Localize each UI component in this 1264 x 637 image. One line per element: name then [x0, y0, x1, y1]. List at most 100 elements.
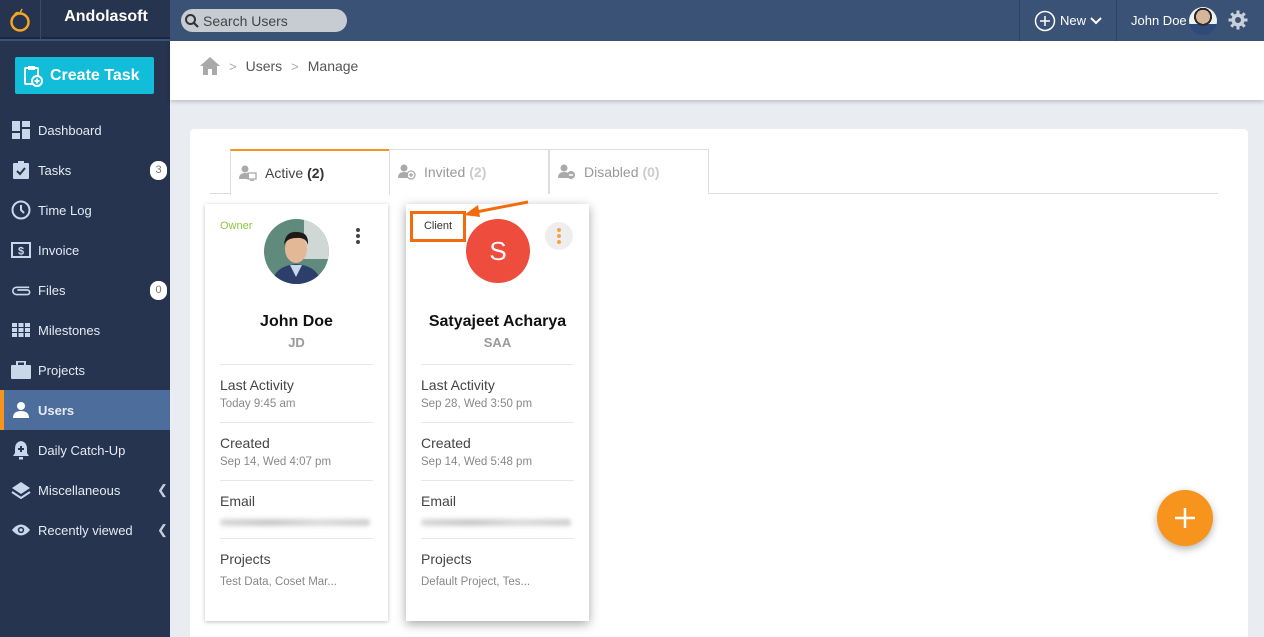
field-label: Created [220, 435, 270, 451]
gear-icon[interactable] [1228, 10, 1248, 30]
page-header: > Users > Manage [170, 41, 1264, 100]
sidebar-item-label: Milestones [38, 322, 101, 338]
sidebar-item-label: Files [38, 282, 66, 298]
sidebar-item-dashboard[interactable]: Dashboard [0, 110, 170, 150]
clock-icon [11, 200, 31, 220]
add-user-fab[interactable] [1157, 490, 1213, 546]
tab-label: Disabled [584, 164, 639, 180]
tasks-icon [11, 160, 31, 180]
create-task-button[interactable]: Create Task [15, 57, 154, 94]
field-label: Projects [220, 551, 271, 567]
sidebar-item-label: Miscellaneous [38, 482, 121, 498]
user-menu-name[interactable]: John Doe [1131, 0, 1187, 41]
bell-plus-icon [11, 440, 31, 460]
field-label: Last Activity [220, 377, 294, 393]
chevron-left-icon[interactable]: ❮ [157, 522, 168, 538]
new-label: New [1059, 13, 1086, 28]
last-activity-field: Last Activity Today 9:45 am [220, 364, 373, 422]
logo-icon [10, 8, 30, 32]
email-field: Email [421, 480, 574, 538]
field-label: Email [421, 493, 457, 509]
tab-count: (2) [469, 164, 487, 180]
logo[interactable] [0, 0, 41, 39]
tab-label: Active [265, 165, 304, 181]
user-avatar-letter: S [466, 219, 530, 283]
user-name: Satyajeet Acharya [428, 313, 567, 330]
more-options-button[interactable] [545, 222, 573, 250]
new-button[interactable]: New [1019, 0, 1117, 41]
field-value: Test Data, Coset Mar... [220, 576, 337, 588]
more-options-button[interactable] [344, 222, 372, 250]
user-monitor-icon [239, 165, 257, 181]
sidebar-item-invoice[interactable]: $ Invoice [0, 230, 170, 270]
chevron-left-icon[interactable]: ❮ [157, 482, 168, 498]
user-card[interactable]: Client S Satyajeet Acharya SAA Last Acti… [406, 204, 589, 621]
sidebar-item-label: Time Log [38, 202, 92, 218]
role-label-owner: Owner [220, 220, 253, 232]
user-details: Last Activity Today 9:45 am Created Sep … [220, 364, 373, 596]
paperclip-icon [11, 280, 31, 300]
kebab-menu-icon [356, 228, 360, 244]
field-label: Last Activity [421, 377, 495, 393]
user-avatar[interactable] [1189, 7, 1217, 35]
dashboard-icon [11, 120, 31, 140]
sidebar-item-files[interactable]: Files 0 [0, 270, 170, 310]
field-value: Default Project, Tes... [421, 576, 531, 588]
invoice-icon: $ [11, 240, 31, 260]
user-name: John Doe [260, 313, 333, 330]
breadcrumb: > Users > Manage [200, 57, 358, 75]
breadcrumb-separator: > [229, 58, 237, 74]
clipboard-plus-icon [24, 65, 43, 87]
sidebar-item-label: Projects [38, 362, 85, 378]
last-activity-field: Last Activity Sep 28, Wed 3:50 pm [421, 364, 574, 422]
plus-circle-icon [1034, 10, 1056, 31]
search-users-input[interactable]: Search Users [181, 9, 347, 32]
field-value: Sep 28, Wed 3:50 pm [421, 398, 533, 410]
sidebar-item-tasks[interactable]: Tasks 3 [0, 150, 170, 190]
breadcrumb-manage: Manage [307, 58, 359, 74]
tab-invited[interactable]: Invited (2) [389, 149, 549, 194]
sidebar-item-milestones[interactable]: Milestones [0, 310, 170, 350]
user-avatar-photo [264, 219, 329, 284]
kebab-menu-icon [557, 228, 561, 244]
sidebar: Create Task Dashboard Tasks 3 Time Log $ [0, 41, 170, 637]
user-plus-icon [398, 164, 416, 180]
field-label: Projects [421, 551, 472, 567]
sidebar-item-label: Dashboard [38, 122, 102, 138]
user-card[interactable]: Owner John Doe JD Last Activity Today 9:… [205, 204, 388, 621]
brand: Andolasoft [0, 0, 170, 39]
field-label: Created [421, 435, 471, 451]
sidebar-nav: Dashboard Tasks 3 Time Log $ Invoice Fil… [0, 110, 170, 550]
tasks-count-badge: 3 [150, 161, 167, 180]
sidebar-item-label: Invoice [38, 242, 80, 258]
search-icon [185, 13, 199, 28]
email-redacted [421, 519, 571, 526]
field-label: Email [220, 493, 256, 509]
user-status-tabs: Active (2) Invited (2) Disabled (0) [210, 149, 1218, 195]
svg-text:$: $ [18, 246, 24, 258]
breadcrumb-separator: > [291, 58, 299, 74]
email-field: Email [220, 480, 373, 538]
sidebar-item-projects[interactable]: Projects [0, 350, 170, 390]
user-initials: SAA [483, 335, 512, 350]
sidebar-item-daily-catch-up[interactable]: Daily Catch-Up [0, 430, 170, 470]
sidebar-item-time-log[interactable]: Time Log [0, 190, 170, 230]
created-field: Created Sep 14, Wed 4:07 pm [220, 422, 373, 480]
chevron-down-icon [1090, 16, 1102, 24]
role-label-client: Client [410, 211, 466, 242]
created-field: Created Sep 14, Wed 5:48 pm [421, 422, 574, 480]
brand-name: Andolasoft [64, 8, 148, 25]
sidebar-item-miscellaneous[interactable]: Miscellaneous ❮ [0, 470, 170, 510]
annotation-arrow-icon [464, 200, 529, 217]
sidebar-item-label: Daily Catch-Up [38, 442, 126, 458]
sidebar-item-users[interactable]: Users [0, 390, 170, 430]
sidebar-item-recently-viewed[interactable]: Recently viewed ❮ [0, 510, 170, 550]
user-minus-icon [558, 164, 575, 179]
tab-disabled[interactable]: Disabled (0) [549, 149, 709, 194]
breadcrumb-users[interactable]: Users [246, 58, 283, 74]
tab-active[interactable]: Active (2) [230, 149, 390, 195]
field-value: Sep 14, Wed 4:07 pm [220, 456, 332, 468]
eye-icon [11, 520, 31, 540]
projects-field: Projects Test Data, Coset Mar... [220, 538, 373, 596]
home-icon[interactable] [200, 57, 220, 75]
